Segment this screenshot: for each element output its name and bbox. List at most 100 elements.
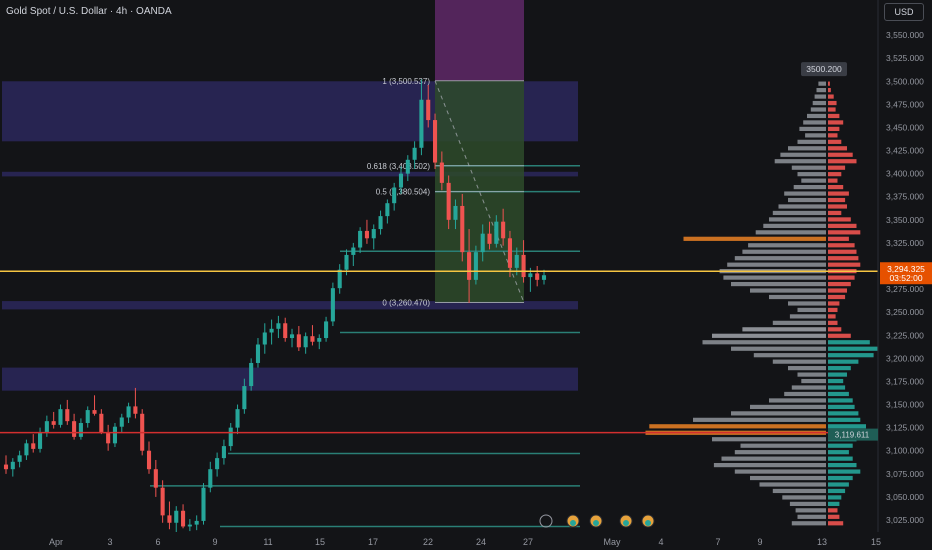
candle-body [208, 469, 213, 488]
candle-body [3, 464, 9, 470]
volume-profile-bar [828, 126, 840, 132]
volume-profile-bar [712, 437, 826, 442]
candle-body [535, 273, 540, 280]
price-axis-label: 3,100.000 [886, 446, 924, 456]
volume-profile-bar [784, 391, 826, 397]
time-axis-label: 15 [871, 537, 881, 547]
candle-body [146, 450, 152, 470]
volume-profile-bar [693, 417, 826, 422]
candle-body [521, 254, 526, 278]
volume-profile-bar [753, 353, 826, 358]
candle-body [112, 426, 118, 444]
volume-profile-bar [828, 178, 838, 183]
price-axis-label: 3,425.000 [886, 146, 924, 156]
volume-profile-bar [731, 281, 826, 287]
candle-body [528, 273, 533, 278]
volume-profile-bar [721, 456, 826, 461]
candle-body [31, 443, 36, 449]
time-axis-label: 24 [476, 537, 486, 547]
volume-profile-bar [772, 210, 826, 216]
volume-profile-bar [807, 113, 826, 119]
price-chart[interactable]: 1 (3,500.537) 0.618 (3,408.502) 0.5 (3,380… [0, 0, 932, 550]
candle-body [153, 469, 158, 488]
candle-body [371, 229, 376, 239]
volume-profile-bar [734, 450, 826, 455]
time-axis-label: 3 [107, 537, 112, 547]
volume-profile-bar [734, 256, 826, 261]
candle-body [541, 275, 547, 280]
volume-profile-bar [772, 488, 826, 494]
volume-profile-bar [828, 378, 844, 384]
candle-body [65, 409, 70, 422]
volume-profile-bar [828, 288, 847, 293]
candle-body [344, 254, 349, 270]
candle-body [378, 216, 383, 230]
volume-profile-bar [828, 133, 838, 138]
candle-body [106, 432, 111, 444]
event-icon-detail [593, 520, 599, 526]
candle-body [296, 334, 301, 348]
volume-profile-bar [774, 159, 826, 164]
volume-profile-bar [750, 404, 826, 410]
volume-profile-bar [828, 450, 849, 455]
price-axis-label: 3,050.000 [886, 492, 924, 502]
time-axis-label: 11 [263, 537, 272, 547]
volume-profile-bar [828, 327, 842, 332]
time-range-highlight [435, 0, 524, 81]
volume-profile-bar [828, 294, 846, 300]
volume-profile-bar [828, 217, 851, 222]
time-axis [0, 532, 932, 550]
volume-profile-bar [713, 463, 826, 468]
price-axis-label: 3,075.000 [886, 469, 924, 479]
volume-profile-bar [828, 262, 861, 267]
fib-level-label: 0.618 (3,408.502) [367, 162, 430, 171]
volume-profile-bar [788, 366, 826, 371]
volume-profile-bar [797, 307, 826, 313]
candle-body [255, 344, 261, 363]
candle-body [38, 432, 43, 449]
candle-body [419, 99, 424, 148]
volume-profile-bar [828, 417, 861, 422]
time-axis-label: 6 [155, 537, 160, 547]
currency-button[interactable]: USD [884, 3, 924, 21]
chart-title: Gold Spot / U.S. Dollar · 4h · OANDA [6, 6, 172, 17]
candle-body [269, 328, 274, 333]
price-axis-label: 3,025.000 [886, 515, 924, 525]
candle-body [426, 99, 431, 121]
volume-profile-bar [805, 133, 826, 138]
candle-body [364, 230, 369, 239]
volume-profile-bar [742, 249, 826, 254]
volume-profile-bar [828, 411, 859, 416]
time-axis-label: 7 [715, 537, 720, 547]
volume-profile-bar [789, 501, 826, 506]
volume-profile-bar [828, 353, 874, 358]
candle-body [126, 406, 131, 418]
volume-profile-bar [828, 191, 849, 196]
candle-body [133, 406, 138, 414]
candle-body [501, 221, 506, 239]
volume-profile-bar [828, 482, 849, 487]
time-axis-label: May [603, 537, 621, 547]
time-axis-label: 22 [423, 537, 433, 547]
volume-profile-bar [828, 508, 838, 513]
volume-profile-bar [778, 204, 826, 209]
candle-body [432, 120, 438, 163]
volume-profile-bar [750, 475, 826, 481]
candle-body [201, 487, 206, 521]
volume-profile-bar [769, 294, 826, 300]
candle-body [303, 336, 308, 348]
candle-body [324, 321, 329, 339]
volume-profile-bar [748, 243, 826, 248]
volume-profile-bar [782, 495, 826, 500]
volume-profile-bar [828, 159, 857, 164]
volume-profile-bar [742, 327, 826, 332]
volume-profile-bar [828, 501, 840, 506]
volume-profile-bar [727, 262, 826, 267]
volume-profile-bar [828, 197, 846, 203]
volume-profile-bar [828, 210, 842, 216]
volume-profile-bar [789, 314, 826, 319]
volume-profile-bar [828, 372, 847, 377]
price-axis-label: 3,525.000 [886, 53, 924, 63]
volume-profile-bar [828, 249, 857, 254]
candle-body [494, 221, 499, 244]
